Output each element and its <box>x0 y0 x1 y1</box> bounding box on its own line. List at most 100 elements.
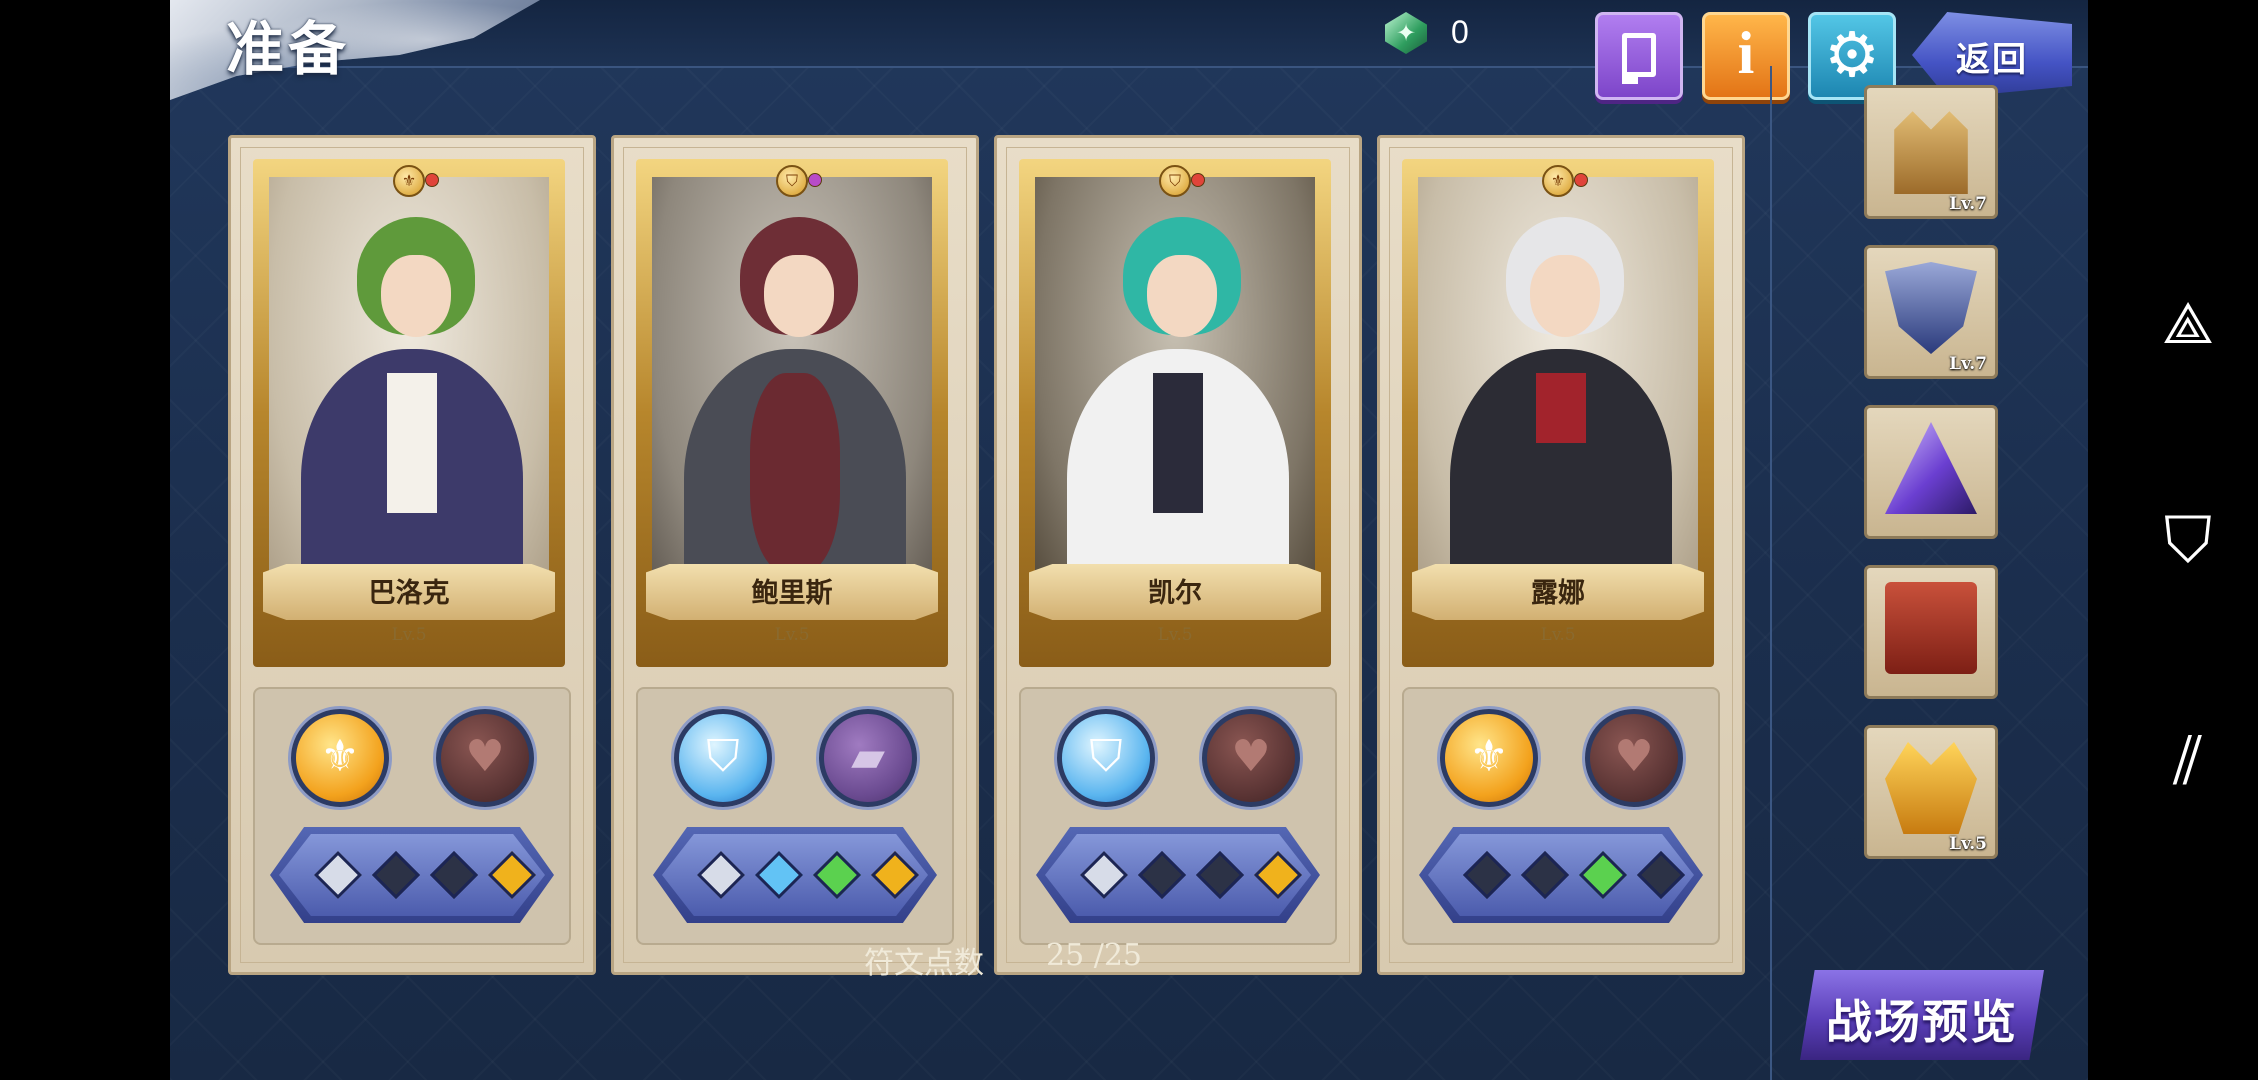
equipment-level: Lv.7 <box>1949 354 1987 374</box>
rune-gem-slot[interactable] <box>696 850 746 900</box>
shield-symbol-icon[interactable]: ⛉ <box>2155 508 2221 574</box>
hero-name-scroll: 凯尔 <box>1029 564 1321 620</box>
hero-face <box>381 255 451 337</box>
blue-shield-skill-icon[interactable]: ⛉ <box>1057 709 1155 807</box>
rune-slot-bar <box>1419 827 1703 923</box>
rune-gem-slot[interactable] <box>313 850 363 900</box>
hero-name: 巴洛克 <box>368 578 450 609</box>
rune-currency-count: 0 <box>1451 14 1469 50</box>
red-spellbook-icon <box>1885 582 1977 674</box>
hero-outfit-accent <box>1536 373 1586 443</box>
rune-slot-bar <box>653 827 937 923</box>
rune-slot-bar <box>1036 827 1320 923</box>
golden-sword-skill-icon[interactable]: ⚜ <box>291 709 389 807</box>
equipment-slot[interactable] <box>1864 405 1998 539</box>
purple-crystal-pyramid-icon <box>1885 422 1977 514</box>
green-gem-icon: ✦ <box>1385 12 1427 54</box>
hero-skill-panel: ⚜ ♥ <box>253 687 571 945</box>
hero-card[interactable]: ⛉ 凯尔 Lv.5 ⛉ ♥ <box>994 135 1362 975</box>
hero-portrait <box>1035 177 1315 605</box>
hero-level: Lv.5 <box>1540 625 1576 645</box>
hero-name: 露娜 <box>1531 578 1585 609</box>
hero-portrait-frame[interactable]: ⛉ 凯尔 Lv.5 <box>1019 159 1331 667</box>
rune-gem-slot[interactable] <box>754 850 804 900</box>
golden-crown-potion-icon <box>1885 742 1977 834</box>
hero-outfit-accent <box>750 373 840 573</box>
rune-slot-bar <box>270 827 554 923</box>
hero-level: Lv.5 <box>774 625 810 645</box>
hero-card[interactable]: ⚜ 露娜 Lv.5 ⚜ ♥ <box>1377 135 1745 975</box>
hero-name-scroll: 露娜 <box>1412 564 1704 620</box>
rune-gem-slot[interactable] <box>1253 850 1303 900</box>
hero-portrait-frame[interactable]: ⚜ 露娜 Lv.5 <box>1402 159 1714 667</box>
equipment-level: Lv.5 <box>1949 834 1987 854</box>
empty-heart-skill-icon[interactable]: ♥ <box>1202 709 1300 807</box>
rune-points-label: 符文点数 <box>864 946 984 981</box>
empty-heart-skill-icon[interactable]: ♥ <box>436 709 534 807</box>
golden-sword-skill-icon[interactable]: ⚜ <box>1440 709 1538 807</box>
slash-symbol-icon[interactable]: ⫽ <box>2155 728 2221 794</box>
hero-card[interactable]: ⛉ 鲍里斯 Lv.5 ⛉ ▰ <box>611 135 979 975</box>
rune-gem-slot[interactable] <box>812 850 862 900</box>
hero-skill-panel: ⛉ ▰ <box>636 687 954 945</box>
rune-gem-slot[interactable] <box>1578 850 1628 900</box>
hero-face <box>1530 255 1600 337</box>
hero-portrait-frame[interactable]: ⛉ 鲍里斯 Lv.5 <box>636 159 948 667</box>
equipment-level: Lv.7 <box>1949 194 1987 214</box>
rune-gem-slot[interactable] <box>1137 850 1187 900</box>
hero-card[interactable]: ⚜ 巴洛克 Lv.5 ⚜ ♥ <box>228 135 596 975</box>
sword-emblem-icon: ⚜ <box>393 165 425 197</box>
shield-emblem-icon: ⛉ <box>776 165 808 197</box>
hero-outfit-accent <box>387 373 437 513</box>
rune-gem-slot[interactable] <box>870 850 920 900</box>
game-screen: 准备 ✦ 0 i ⚙ 返回 ⚜ 巴洛克 Lv.5 ⚜ ♥ ⛉ 鲍里斯 Lv.5 … <box>170 0 2088 1080</box>
rune-slot-bar-inner <box>1045 834 1311 916</box>
hero-level: Lv.5 <box>391 625 427 645</box>
element-gem-icon <box>808 173 822 187</box>
equipment-slot[interactable]: Lv.7 <box>1864 85 1998 219</box>
element-gem-icon <box>425 173 439 187</box>
rune-slot-bar-inner <box>662 834 928 916</box>
rune-points-value: 25 /25 <box>1046 938 1142 973</box>
purple-scroll-skill-icon[interactable]: ▰ <box>819 709 917 807</box>
hero-portrait-frame[interactable]: ⚜ 巴洛克 Lv.5 <box>253 159 565 667</box>
hero-outfit-accent <box>1153 373 1203 513</box>
equipment-slot[interactable]: Lv.7 <box>1864 245 1998 379</box>
hero-level: Lv.5 <box>1157 625 1193 645</box>
blue-shield-skill-icon[interactable]: ⛉ <box>674 709 772 807</box>
rune-gem-slot[interactable] <box>1195 850 1245 900</box>
hero-portrait <box>269 177 549 605</box>
hero-face <box>1147 255 1217 337</box>
rune-currency: ✦ 0 <box>1385 12 1525 58</box>
golden-crown-artifact-icon <box>1894 111 1968 194</box>
triangle-symbol-icon[interactable]: ⟁ <box>2155 290 2221 356</box>
element-gem-icon <box>1574 173 1588 187</box>
hero-name: 凯尔 <box>1148 578 1202 609</box>
shield-emblem-icon: ⛉ <box>1159 165 1191 197</box>
equipment-slot[interactable] <box>1864 565 1998 699</box>
hero-name-scroll: 巴洛克 <box>263 564 555 620</box>
rune-gem-slot[interactable] <box>1520 850 1570 900</box>
rune-slot-bar-inner <box>1428 834 1694 916</box>
hero-face <box>764 255 834 337</box>
sword-emblem-icon: ⚜ <box>1542 165 1574 197</box>
silver-mask-artifact-icon <box>1885 262 1977 354</box>
hero-portrait <box>652 177 932 605</box>
hero-portrait <box>1418 177 1698 605</box>
empty-heart-skill-icon[interactable]: ♥ <box>1585 709 1683 807</box>
element-gem-icon <box>1191 173 1205 187</box>
rune-gem-slot[interactable] <box>429 850 479 900</box>
rune-slot-bar-inner <box>279 834 545 916</box>
hero-name-scroll: 鲍里斯 <box>646 564 938 620</box>
equipment-slot[interactable]: Lv.5 <box>1864 725 1998 859</box>
hero-skill-panel: ⛉ ♥ <box>1019 687 1337 945</box>
rune-gem-slot[interactable] <box>1636 850 1686 900</box>
rune-gem-slot[interactable] <box>1462 850 1512 900</box>
rune-gem-slot[interactable] <box>487 850 537 900</box>
battle-preview-button[interactable]: 战场预览 <box>1800 970 2044 1060</box>
hero-skill-panel: ⚜ ♥ <box>1402 687 1720 945</box>
hero-name: 鲍里斯 <box>751 578 833 609</box>
rune-gem-slot[interactable] <box>371 850 421 900</box>
rune-gem-slot[interactable] <box>1079 850 1129 900</box>
battle-preview-label: 战场预览 <box>1826 995 2018 1049</box>
